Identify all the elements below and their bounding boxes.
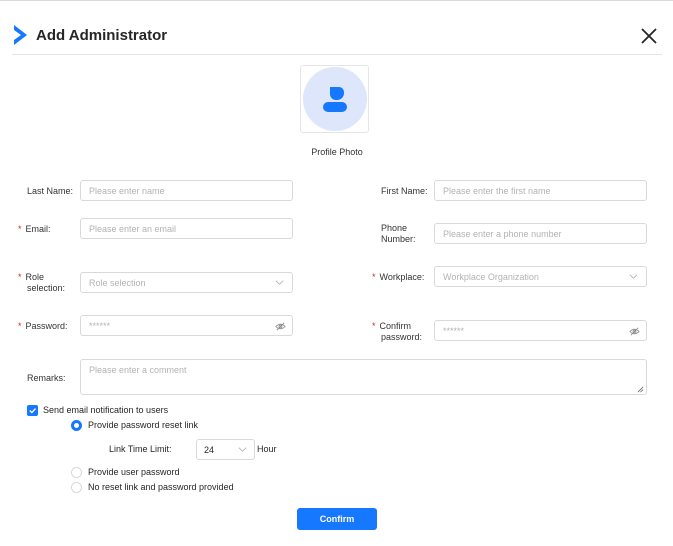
first-name-label: First Name:: [381, 186, 428, 196]
avatar: [302, 67, 367, 131]
header-divider: [12, 54, 662, 55]
option-password-reset-link: Provide password reset link: [88, 420, 199, 430]
role-selection-dropdown[interactable]: Role selection: [80, 272, 293, 293]
chevron-down-icon: [238, 447, 247, 452]
confirm-password-label: * Confirm password:: [372, 321, 423, 342]
checkmark-icon: [29, 408, 36, 414]
link-time-value: 24: [204, 444, 215, 455]
link-time-limit-select[interactable]: 24: [196, 439, 255, 460]
option-no-reset: No reset link and password provided: [88, 482, 234, 492]
workplace-label: * Workplace:: [372, 272, 425, 282]
password-label: * Password:: [18, 321, 68, 331]
role-selection-placeholder: Role selection: [89, 277, 146, 288]
dialog-header: Add Administrator: [12, 21, 167, 49]
user-avatar-icon: [322, 87, 347, 112]
resize-handle-icon[interactable]: [637, 386, 644, 393]
chevron-down-icon: [629, 274, 638, 279]
brand-logo-icon: [14, 25, 27, 45]
first-name-input[interactable]: [434, 180, 647, 201]
confirm-password-field[interactable]: [434, 320, 647, 341]
add-administrator-dialog: Add Administrator Profile Photo Last Nam…: [0, 0, 673, 546]
link-time-unit: Hour: [257, 444, 277, 454]
chevron-down-icon: [275, 280, 284, 285]
remarks-textarea[interactable]: [80, 359, 647, 395]
last-name-label: Last Name:: [27, 186, 74, 196]
send-email-label: Send email notification to users: [43, 405, 169, 415]
link-time-limit-label: Link Time Limit:: [109, 444, 172, 454]
required-mark: *: [18, 224, 22, 234]
eye-slash-icon[interactable]: [275, 321, 286, 332]
send-email-checkbox[interactable]: [27, 405, 38, 416]
last-name-input[interactable]: [80, 180, 293, 201]
password-field[interactable]: [80, 315, 293, 336]
email-field[interactable]: [80, 218, 293, 239]
profile-photo-upload[interactable]: [300, 65, 369, 133]
confirm-button[interactable]: Confirm: [297, 508, 377, 530]
remarks-label: Remarks:: [27, 373, 66, 383]
dialog-title: Add Administrator: [36, 26, 168, 44]
radio-no-reset[interactable]: [71, 482, 82, 493]
phone-label: Phone Number:: [381, 223, 416, 244]
role-label: * Role selection:: [18, 272, 66, 293]
eye-slash-icon[interactable]: [629, 326, 640, 337]
profile-photo-caption: Profile Photo: [311, 147, 363, 157]
phone-number-input[interactable]: [434, 223, 647, 244]
radio-password-reset-link[interactable]: [71, 420, 82, 431]
close-icon[interactable]: [640, 27, 658, 45]
workplace-dropdown[interactable]: Workplace Organization: [434, 266, 647, 287]
option-user-password: Provide user password: [88, 467, 180, 477]
radio-user-password[interactable]: [71, 467, 82, 478]
email-label: * Email:: [18, 224, 51, 234]
workplace-placeholder: Workplace Organization: [443, 271, 539, 282]
